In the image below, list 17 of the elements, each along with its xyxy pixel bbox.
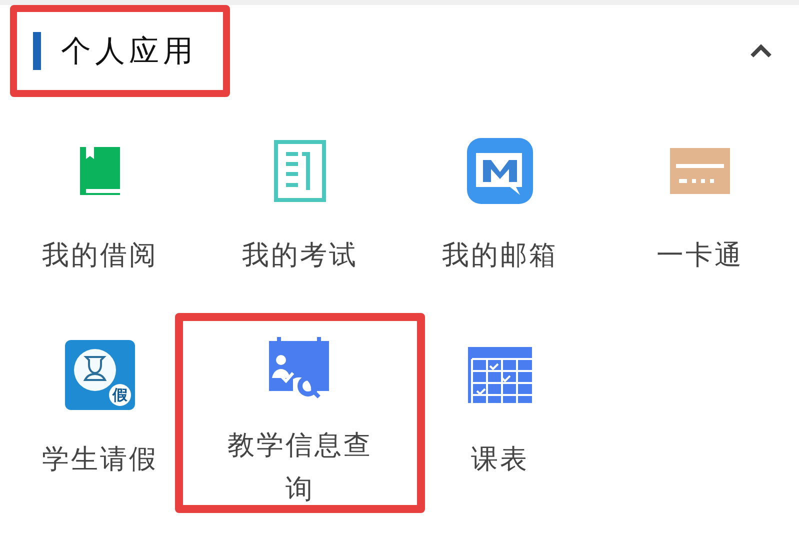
app-tile[interactable]: 教学信息查询 bbox=[175, 313, 425, 513]
document-icon bbox=[274, 140, 326, 202]
chevron-icon bbox=[749, 43, 773, 59]
app-label: 课表 bbox=[471, 443, 529, 476]
mail-icon bbox=[467, 138, 533, 204]
app-label: 教学信息查询 bbox=[226, 429, 374, 506]
card-icon bbox=[670, 148, 730, 194]
icon-label: 假 bbox=[109, 384, 131, 406]
timetable-icon bbox=[468, 347, 532, 403]
app-label: 我的借阅 bbox=[42, 239, 158, 272]
app-label: 我的邮箱 bbox=[442, 239, 558, 272]
section-title: 个人应用 bbox=[61, 34, 197, 70]
accent-bar bbox=[33, 32, 41, 70]
app-label: 我的考试 bbox=[242, 239, 358, 272]
app-label: 学生请假 bbox=[42, 443, 158, 476]
app-label: 一卡通 bbox=[656, 239, 744, 272]
book-icon bbox=[78, 145, 122, 197]
